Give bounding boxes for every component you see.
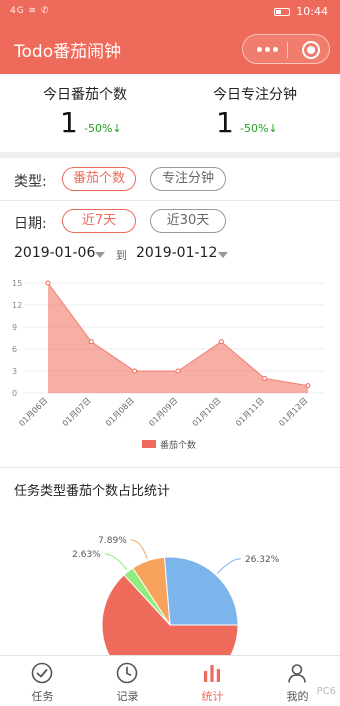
pie-slice-label: 26.32% (245, 555, 280, 565)
bottom-tab-bar: 任务 记录 统计 我的 PC6 (0, 655, 340, 705)
tab-statistics-label: 统计 (201, 690, 224, 703)
app-title: Todo番茄闹钟 (14, 42, 122, 62)
x-tick-label: 01月06日 (17, 396, 49, 428)
y-tick-label: 6 (12, 345, 17, 354)
status-bar: 4G ≋ ✆ 10:44 (0, 0, 340, 24)
x-tick-label: 01月07日 (61, 396, 93, 428)
tab-tasks-label: 任务 (31, 690, 54, 703)
focus-minutes-label: 今日专注分钟 (213, 87, 297, 103)
user-icon (288, 664, 306, 683)
type-option-tomato-count[interactable]: 番茄个数 (62, 167, 136, 191)
tab-statistics[interactable]: 统计 (170, 656, 255, 706)
more-icon[interactable] (257, 47, 279, 53)
tomato-count-label: 今日番茄个数 (43, 87, 127, 103)
data-point[interactable] (262, 375, 268, 381)
pie-label-leader (217, 558, 241, 574)
today-summary: 今日番茄个数 1 -50%↓ 今日专注分钟 1 -50%↓ (0, 74, 340, 154)
tomato-count-value: 1 (60, 106, 78, 139)
y-tick-label: 12 (12, 301, 22, 310)
signal-indicators: 4G ≋ ✆ (10, 6, 50, 16)
date-filter-label: 日期: (14, 216, 47, 232)
y-tick-label: 3 (12, 367, 17, 376)
end-date-dropdown-icon[interactable] (218, 252, 228, 258)
date-range-separator: 到 (116, 249, 127, 262)
capsule-divider (287, 42, 288, 58)
data-point[interactable] (132, 368, 138, 374)
pie-label-leader (130, 539, 148, 559)
date-range: 2019-01-06 到 2019-01-12 (0, 242, 340, 266)
legend-swatch (142, 440, 156, 448)
filter-divider (0, 200, 340, 201)
legend-label: 番茄个数 (160, 439, 196, 451)
battery-icon (274, 8, 290, 16)
x-tick-label: 01月11日 (234, 396, 266, 428)
y-tick-label: 15 (12, 279, 22, 288)
pie-section-title: 任务类型番茄个数占比统计 (14, 484, 171, 499)
close-target-icon[interactable] (302, 41, 320, 59)
pie-slice[interactable] (163, 556, 239, 626)
date-option-30-days[interactable]: 近30天 (150, 209, 226, 233)
data-point[interactable] (45, 280, 51, 286)
pie-slice-label: 2.63% (72, 550, 101, 560)
data-point[interactable] (175, 368, 181, 374)
date-option-7-days[interactable]: 近7天 (62, 209, 136, 233)
type-filter-label: 类型: (14, 174, 47, 190)
status-time: 10:44 (296, 5, 328, 18)
start-date-picker[interactable]: 2019-01-06 (14, 245, 95, 261)
type-option-focus-minutes[interactable]: 专注分钟 (150, 167, 226, 191)
pie-label-leader (104, 553, 128, 571)
pie-slice-label: 7.89% (98, 536, 127, 546)
data-point[interactable] (88, 339, 94, 345)
end-date-picker[interactable]: 2019-01-12 (136, 245, 217, 261)
tomato-count-area-chart: 15 12 9 6 3 001月06日 01月07日 01月08日 01月09日 01月10日 01… (12, 279, 325, 451)
check-circle-icon (31, 662, 53, 684)
start-date-dropdown-icon[interactable] (95, 252, 105, 258)
tab-tasks[interactable]: 任务 (0, 656, 85, 706)
tomato-count-summary: 今日番茄个数 1 -50%↓ (0, 74, 170, 154)
clock-icon (116, 662, 138, 684)
nav-bar: Todo番茄闹钟 (0, 24, 340, 74)
focus-minutes-value: 1 (216, 106, 234, 139)
tab-records-label: 记录 (116, 690, 139, 703)
x-tick-label: 01月09日 (147, 396, 179, 428)
tomato-count-change: -50%↓ (84, 122, 122, 135)
watermark: PC6 (316, 686, 336, 697)
task-type-pie-chart: 26.32% 7.89% 2.63% (72, 536, 280, 655)
series-area (48, 283, 308, 393)
focus-minutes-change: -50%↓ (240, 122, 278, 135)
section-divider (0, 152, 340, 158)
bar-chart-icon (204, 665, 220, 682)
tab-records[interactable]: 记录 (85, 656, 170, 706)
x-tick-label: 01月12日 (277, 396, 309, 428)
tab-mine[interactable]: 我的 (255, 656, 340, 706)
y-tick-label: 9 (12, 323, 17, 332)
y-tick-label: 0 (12, 389, 17, 398)
data-point[interactable] (305, 383, 311, 389)
miniprogram-capsule (242, 34, 330, 64)
focus-minutes-summary: 今日专注分钟 1 -50%↓ (170, 74, 340, 154)
x-tick-label: 01月10日 (191, 396, 223, 428)
data-point[interactable] (218, 339, 224, 345)
chart-divider (0, 467, 340, 468)
x-tick-label: 01月08日 (104, 396, 136, 428)
